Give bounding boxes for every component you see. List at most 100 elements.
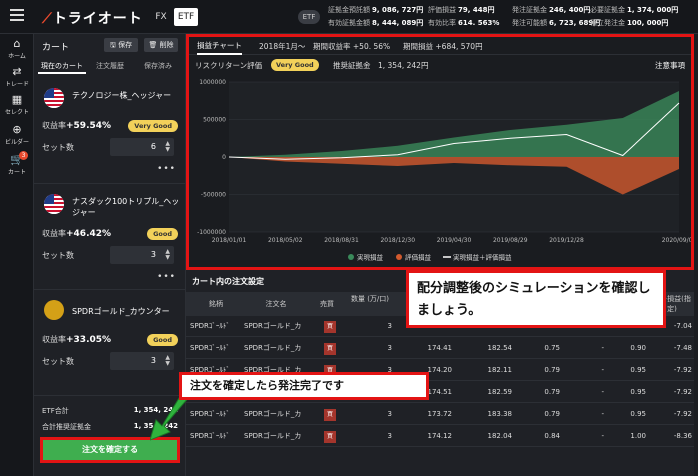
x-tick-label: 2018/12/30 (380, 237, 415, 244)
cell-c1: 174.12 (427, 432, 453, 440)
table-row[interactable]: SPDRｺﾞｰﾙﾄﾞ SPDRゴールド_カ 買 3 174.41 182.54 0.75 - 0… (186, 338, 694, 359)
profit-chart-panel: 損益チャート 2018年1月～ 期間収益率 +50. 56% 期間損益 +684… (186, 34, 694, 270)
tab-current-cart[interactable]: 現在のカート (38, 58, 86, 74)
y-tick-label: -500000 (201, 192, 226, 199)
cell-c1: 174.41 (427, 344, 453, 352)
cell-pl: -7.92 (673, 388, 692, 396)
cell-c5: 0.90 (630, 344, 646, 352)
table-row[interactable]: SPDRｺﾞｰﾙﾄﾞ SPDRゴールド_カ 買 3 174.12 182.04 0.84 - 1… (186, 426, 694, 447)
cart-fund-2: ナスダック100トリプル_ヘッジャー 収益率+46.42% Good セット数 … (34, 186, 186, 290)
cell-qty: 3 (387, 344, 392, 352)
risk-row: リスクリターン評価 Very Good 推奨証拠金 1, 354, 242円 注… (189, 56, 691, 74)
cell-side: 買 (322, 338, 336, 359)
stepper-arrows-icon[interactable]: ▲ ▼ (165, 249, 170, 261)
cell-c3: 0.79 (544, 366, 560, 374)
more-menu-icon[interactable]: ••• (157, 272, 176, 282)
rail-cart[interactable]: 🛒 カート 3 (0, 151, 34, 176)
stat-effective-margin: 有効証拠金額 8, 444, 089円 (328, 19, 424, 27)
rail-builder[interactable]: ⊕ ビルダー (0, 123, 34, 147)
cell-c3: 0.79 (544, 410, 560, 418)
period-select[interactable]: 2018年1月～ (259, 41, 305, 52)
simulation-callout: 配分調整後のシミュレーションを確認しましょう。 (406, 270, 666, 328)
save-button[interactable]: 🖫 保存 (104, 38, 138, 52)
buy-badge: 買 (324, 431, 336, 443)
buy-badge: 買 (324, 409, 336, 421)
cell-pl: -7.92 (673, 410, 692, 418)
fund-name[interactable]: テクノロジー株_ヘッジャー (72, 90, 180, 101)
col-symbol: 銘柄 (209, 300, 223, 308)
sets-stepper[interactable]: 6 ▲ ▼ (110, 138, 174, 156)
cell-c5: 0.95 (630, 388, 646, 396)
x-tick-label: 2019/08/29 (493, 237, 528, 244)
rating-badge: Good (147, 334, 178, 346)
legend-marker (348, 254, 354, 260)
risk-badge: Very Good (271, 59, 319, 71)
table-row[interactable]: SPDRｺﾞｰﾙﾄﾞ SPDRゴールド_カ 買 3 173.72 183.38 0.79 - 0… (186, 404, 694, 425)
fund-name[interactable]: SPDRゴールド_カウンター (72, 306, 180, 317)
cell-pl: -7.48 (673, 344, 692, 352)
cell-pl: -8.36 (673, 432, 692, 440)
cell-c3: 0.84 (544, 432, 560, 440)
cell-name: SPDRゴールド_カ (244, 432, 302, 440)
cart-fund-1: テクノロジー株_ヘッジャー 収益率+59.54% Very Good セット数 … (34, 80, 186, 184)
cell-c2: 183.38 (487, 410, 513, 418)
menu-icon[interactable] (10, 9, 24, 21)
x-tick-label: 2018/01/01 (212, 237, 247, 244)
fund-return: 収益率+59.54% (42, 121, 112, 131)
notes-link[interactable]: 注意事項 (655, 60, 685, 71)
cell-qty: 3 (387, 432, 392, 440)
x-tick-label: 2018/05/02 (268, 237, 303, 244)
cell-c4: - (601, 344, 604, 352)
col-quantity: 数量 (万/口) (350, 295, 390, 303)
sets-label: セット数 (42, 143, 74, 152)
delete-button[interactable]: 🗑 削除 (144, 38, 178, 52)
select-icon: ▦ (11, 93, 23, 106)
rail-home[interactable]: ⌂ ホーム (0, 38, 34, 61)
tab-saved[interactable]: 保存済み (134, 58, 182, 74)
tab-order-history[interactable]: 注文履歴 (86, 58, 134, 74)
complete-callout: 注文を確定したら発注完了です (179, 372, 429, 400)
cell-c4: - (601, 366, 604, 374)
cell-c5: 0.95 (630, 410, 646, 418)
rail-trade[interactable]: ⇄ トレード (0, 66, 34, 89)
rail-select[interactable]: ▦ セレクト (0, 93, 34, 117)
risk-label: リスクリターン評価 (195, 61, 263, 70)
cell-sym: SPDRｺﾞｰﾙﾄﾞ (190, 322, 230, 330)
buy-badge: 買 (324, 343, 336, 355)
tab-fx[interactable]: FX (150, 9, 172, 25)
tab-profit-chart[interactable]: 損益チャート (197, 40, 242, 55)
cart-fund-3: SPDRゴールド_カウンター 収益率+33.05% Good セット数 3 ▲ ▼ (34, 292, 186, 396)
stepper-arrows-icon[interactable]: ▲ ▼ (165, 355, 170, 367)
left-rail: ⌂ ホーム ⇄ トレード ▦ セレクト ⊕ ビルダー 🛒 カート 3 (0, 34, 34, 476)
orders-title: カート内の注文設定 (192, 277, 264, 286)
cell-c2: 182.04 (487, 432, 513, 440)
gold-icon (44, 300, 64, 320)
us-flag-icon (44, 194, 64, 214)
recommended-margin: 推奨証拠金 1, 354, 242円 (333, 61, 429, 70)
more-menu-icon[interactable]: ••• (157, 164, 176, 174)
tab-etf[interactable]: ETF (174, 8, 198, 26)
cart-icon: 🛒 (10, 153, 24, 166)
cell-c5: 1.00 (630, 432, 646, 440)
sets-stepper[interactable]: 3 ▲ ▼ (110, 246, 174, 264)
x-tick-label: 2018/08/31 (324, 237, 359, 244)
cell-name: SPDRゴールド_カ (244, 344, 302, 352)
cell-sym: SPDRｺﾞｰﾙﾄﾞ (190, 432, 230, 440)
cell-name: SPDRゴールド_カ (244, 410, 302, 418)
cart-count-badge: 3 (19, 151, 28, 160)
stat-available: 発注可能額 6, 723, 689円 (512, 19, 601, 27)
cell-qty: 3 (387, 322, 392, 330)
legend-label: 実現損益 (357, 253, 384, 262)
stepper-arrows-icon[interactable]: ▲ ▼ (165, 141, 170, 153)
rating-badge: Good (147, 228, 178, 240)
rating-badge: Very Good (128, 120, 178, 132)
logo[interactable]: ⟋トライオート (42, 8, 143, 28)
top-bar: ⟋トライオート FX ETF ETF 証拠金預託額 9, 086, 727円 評価… (0, 0, 698, 34)
etf-chip: ETF (298, 10, 320, 24)
sets-stepper[interactable]: 3 ▲ ▼ (110, 352, 174, 370)
y-tick-label: 1000000 (199, 79, 226, 86)
fund-name[interactable]: ナスダック100トリプル_ヘッジャー (72, 196, 180, 218)
y-tick-label: 0 (222, 154, 226, 161)
cell-c5: 0.95 (630, 366, 646, 374)
builder-icon: ⊕ (12, 123, 22, 136)
